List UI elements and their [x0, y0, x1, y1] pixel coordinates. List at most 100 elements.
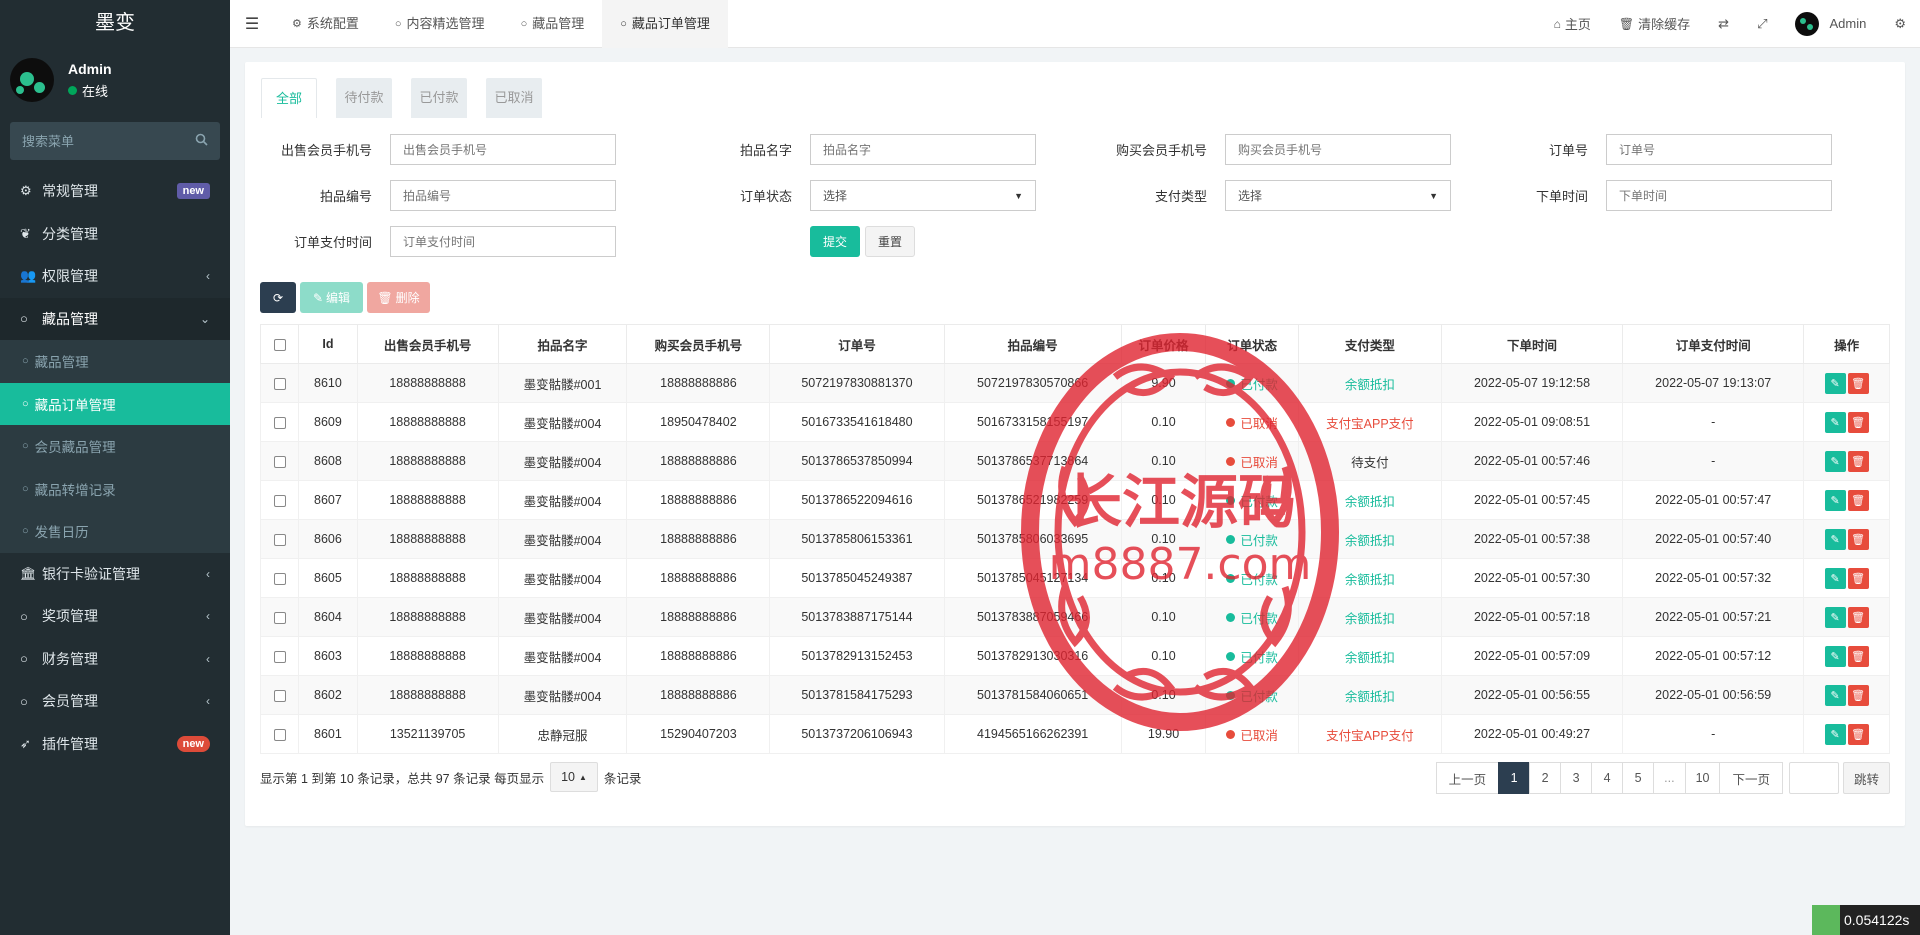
column-header[interactable]: 订单价格 — [1120, 324, 1207, 364]
column-header[interactable]: 出售会员手机号 — [356, 324, 499, 364]
row-edit-button[interactable]: ✎ — [1824, 684, 1846, 706]
row-checkbox[interactable] — [273, 455, 286, 468]
refresh-button[interactable]: ⟳ — [260, 282, 296, 313]
tab-collection-orders[interactable]: ○ 藏品订单管理 — [602, 0, 728, 48]
row-delete-button[interactable]: 🗑 — [1847, 372, 1869, 394]
page-size-select[interactable]: 10 ▲ — [550, 762, 598, 792]
delete-button[interactable]: 🗑 删除 — [367, 282, 430, 313]
row-delete-button[interactable]: 🗑 — [1847, 567, 1869, 589]
language-icon[interactable]: ⇄ — [1704, 16, 1743, 32]
sidebar-item-collection-manage[interactable]: ○ 藏品管理 — [0, 340, 230, 383]
sidebar-item-collection-orders[interactable]: ○ 藏品订单管理 — [0, 382, 230, 425]
page-2[interactable]: 2 — [1529, 762, 1562, 794]
page-5[interactable]: 5 — [1622, 762, 1655, 794]
row-checkbox[interactable] — [273, 611, 286, 624]
seller-phone-field[interactable] — [390, 134, 616, 165]
row-edit-button[interactable]: ✎ — [1824, 489, 1846, 511]
row-edit-button[interactable]: ✎ — [1824, 567, 1846, 589]
sidebar-item-general[interactable]: ⚙ 常规管理 new — [0, 170, 230, 213]
reset-button[interactable]: 重置 — [865, 226, 915, 257]
page-3[interactable]: 3 — [1560, 762, 1593, 794]
sidebar-item-finance[interactable]: ○ 财务管理 ‹ — [0, 638, 230, 681]
row-delete-button[interactable]: 🗑 — [1847, 645, 1869, 667]
column-header[interactable]: 下单时间 — [1440, 324, 1624, 364]
sidebar-item-bank-verify[interactable]: 🏛 银行卡验证管理 ‹ — [0, 553, 230, 596]
home-link[interactable]: ⌂ 主页 — [1540, 14, 1605, 33]
row-edit-button[interactable]: ✎ — [1824, 528, 1846, 550]
sidebar-item-plugins[interactable]: ➶ 插件管理 new — [0, 723, 230, 766]
table-row[interactable]: 8610 18888888888 墨变骷髅#001 18888888886 507219… — [259, 363, 1890, 403]
tab-paid[interactable]: 已付款 — [411, 78, 467, 118]
page-10[interactable]: 10 — [1684, 762, 1721, 794]
table-row[interactable]: 8609 18888888888 墨变骷髅#004 18950478402 501673… — [259, 402, 1890, 442]
row-edit-button[interactable]: ✎ — [1824, 723, 1846, 745]
row-delete-button[interactable]: 🗑 — [1847, 606, 1869, 628]
row-edit-button[interactable]: ✎ — [1824, 645, 1846, 667]
row-checkbox[interactable] — [273, 416, 286, 429]
row-edit-button[interactable]: ✎ — [1824, 450, 1846, 472]
sidebar-item-members[interactable]: ○ 会员管理 ‹ — [0, 680, 230, 723]
row-delete-button[interactable]: 🗑 — [1847, 684, 1869, 706]
buyer-phone-field[interactable] — [1225, 134, 1451, 165]
pay-type-select[interactable]: 选择 ▼ — [1225, 180, 1451, 211]
menu-search[interactable] — [10, 122, 220, 160]
settings-cogs-icon[interactable]: ⚙ — [1880, 16, 1920, 32]
column-header[interactable]: 拍品编号 — [943, 324, 1122, 364]
tab-content-featured[interactable]: ○ 内容精选管理 — [377, 0, 503, 48]
sidebar-item-member-collection[interactable]: ○ 会员藏品管理 — [0, 425, 230, 468]
brand-logo[interactable]: 墨变 — [0, 0, 230, 46]
table-row[interactable]: 8604 18888888888 墨变骷髅#004 18888888886 501378… — [259, 597, 1890, 637]
submit-button[interactable]: 提交 — [810, 226, 860, 257]
row-edit-button[interactable]: ✎ — [1824, 606, 1846, 628]
sidebar-item-sale-calendar[interactable]: ○ 发售日历 — [0, 510, 230, 553]
page-1[interactable]: 1 — [1498, 762, 1531, 794]
row-delete-button[interactable]: 🗑 — [1847, 489, 1869, 511]
row-checkbox[interactable] — [273, 533, 286, 546]
row-delete-button[interactable]: 🗑 — [1847, 450, 1869, 472]
row-delete-button[interactable]: 🗑 — [1847, 411, 1869, 433]
table-row[interactable]: 8605 18888888888 墨变骷髅#004 18888888886 501378… — [259, 558, 1890, 598]
sidebar-item-awards[interactable]: ○ 奖项管理 ‹ — [0, 595, 230, 638]
row-checkbox[interactable] — [273, 728, 286, 741]
fullscreen-icon[interactable]: ⤢ — [1743, 16, 1781, 32]
tab-system-config[interactable]: ⚙ 系统配置 — [274, 0, 377, 48]
next-page-button[interactable]: 下一页 — [1719, 762, 1783, 794]
jump-page-input[interactable] — [1788, 762, 1839, 794]
column-header[interactable]: 支付类型 — [1297, 324, 1442, 364]
row-checkbox[interactable] — [273, 494, 286, 507]
item-no-field[interactable] — [390, 180, 616, 211]
row-checkbox[interactable] — [273, 377, 286, 390]
tab-collection-manage[interactable]: ○ 藏品管理 — [503, 0, 603, 48]
edit-button[interactable]: ✎ 编辑 — [300, 282, 363, 313]
column-header[interactable]: 拍品名字 — [497, 324, 628, 364]
prev-page-button[interactable]: 上一页 — [1435, 762, 1500, 794]
column-header[interactable]: 订单号 — [769, 324, 945, 364]
sidebar-item-category[interactable]: ❦ 分类管理 — [0, 213, 230, 256]
sidebar-item-permission[interactable]: 👥 权限管理 ‹ — [0, 255, 230, 298]
column-header[interactable]: 订单支付时间 — [1622, 324, 1805, 364]
pay-time-field[interactable] — [390, 226, 616, 257]
menu-toggle-icon[interactable]: ☰ — [230, 14, 274, 34]
table-row[interactable]: 8601 13521139705 忠静冠服 15290407203 5013737206… — [259, 714, 1890, 754]
clear-cache-button[interactable]: 🗑 清除缓存 — [1605, 14, 1704, 33]
row-delete-button[interactable]: 🗑 — [1847, 528, 1869, 550]
jump-button[interactable]: 跳转 — [1842, 762, 1890, 794]
order-no-field[interactable] — [1606, 134, 1832, 165]
row-checkbox[interactable] — [273, 650, 286, 663]
sidebar-item-transfer-records[interactable]: ○ 藏品转增记录 — [0, 468, 230, 511]
row-edit-button[interactable]: ✎ — [1824, 372, 1846, 394]
admin-menu[interactable]: Admin — [1781, 11, 1880, 36]
table-row[interactable]: 8602 18888888888 墨变骷髅#004 18888888886 501378… — [259, 675, 1890, 715]
search-icon[interactable] — [195, 133, 208, 149]
search-input[interactable] — [22, 133, 172, 149]
row-checkbox[interactable] — [273, 689, 286, 702]
table-row[interactable]: 8607 18888888888 墨变骷髅#004 18888888886 501378… — [259, 480, 1890, 520]
tab-pending-payment[interactable]: 待付款 — [336, 78, 392, 118]
tab-all[interactable]: 全部 — [261, 78, 317, 118]
row-checkbox[interactable] — [273, 572, 286, 585]
page-4[interactable]: 4 — [1591, 762, 1624, 794]
select-all-checkbox[interactable] — [273, 338, 286, 351]
row-edit-button[interactable]: ✎ — [1824, 411, 1846, 433]
column-header[interactable]: 订单状态 — [1205, 324, 1299, 364]
tab-cancelled[interactable]: 已取消 — [486, 78, 542, 118]
